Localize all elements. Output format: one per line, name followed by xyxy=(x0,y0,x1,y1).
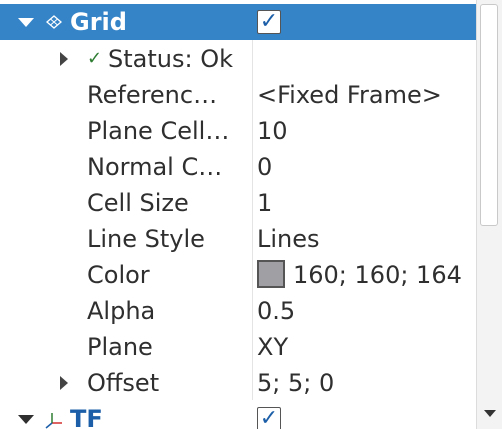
property-name: Plane Cell… xyxy=(87,117,230,145)
status-ok-check-icon: ✓ xyxy=(87,48,103,69)
property-value[interactable]: 1 xyxy=(257,185,272,221)
property-row-plane-cell-count[interactable]: Plane Cell… 10 xyxy=(0,113,476,149)
scrollbar-thumb[interactable] xyxy=(480,4,498,226)
color-value[interactable]: 160; 160; 164 xyxy=(257,257,462,293)
display-name-grid: Grid xyxy=(70,8,127,36)
property-value[interactable]: 10 xyxy=(257,113,288,149)
property-value[interactable]: 5; 5; 0 xyxy=(257,365,334,401)
property-name: Offset xyxy=(87,369,160,397)
property-row-reference-frame[interactable]: Referenc… <Fixed Frame> xyxy=(0,77,476,113)
property-row-color[interactable]: Color 160; 160; 164 xyxy=(0,257,476,293)
property-row-cell-size[interactable]: Cell Size 1 xyxy=(0,185,476,221)
expand-arrow-icon[interactable] xyxy=(60,52,68,66)
display-row-grid[interactable]: Grid ✓ xyxy=(0,4,476,40)
tf-enabled-checkbox[interactable]: ✓ xyxy=(257,407,281,429)
property-row-alpha[interactable]: Alpha 0.5 xyxy=(0,293,476,329)
property-name: Line Style xyxy=(87,225,205,253)
property-value[interactable]: XY xyxy=(257,329,288,365)
display-name-tf: TF xyxy=(70,405,103,429)
property-row-offset[interactable]: Offset 5; 5; 0 xyxy=(0,365,476,401)
tf-axes-icon xyxy=(45,413,62,429)
property-name: Alpha xyxy=(87,297,156,325)
property-name: Color xyxy=(87,261,150,289)
property-value[interactable]: Lines xyxy=(257,221,320,257)
status-row[interactable]: ✓ Status: Ok xyxy=(0,41,476,77)
expand-arrow-icon[interactable] xyxy=(60,376,68,390)
property-name: Normal C… xyxy=(87,153,223,181)
property-value[interactable]: <Fixed Frame> xyxy=(257,77,442,113)
property-row-plane[interactable]: Plane XY xyxy=(0,329,476,365)
property-value[interactable]: 0.5 xyxy=(257,293,295,329)
property-name: Plane xyxy=(87,333,153,361)
scroll-down-arrow-icon[interactable] xyxy=(484,410,496,417)
collapse-arrow-icon[interactable] xyxy=(18,18,34,27)
property-name: Referenc… xyxy=(87,81,218,109)
property-row-line-style[interactable]: Line Style Lines xyxy=(0,221,476,257)
grid-enabled-checkbox[interactable]: ✓ xyxy=(257,10,281,34)
vertical-scrollbar[interactable] xyxy=(476,0,502,429)
property-name: Cell Size xyxy=(87,189,189,217)
grid-icon xyxy=(46,15,62,29)
property-value: 160; 160; 164 xyxy=(293,261,462,289)
display-property-tree: Grid ✓ ✓ Status: Ok Referenc… <Fixed Fra… xyxy=(0,0,476,429)
property-value[interactable]: 0 xyxy=(257,149,272,185)
property-row-normal-cell-count[interactable]: Normal C… 0 xyxy=(0,149,476,185)
status-label: Status: Ok xyxy=(108,45,233,73)
collapse-arrow-icon[interactable] xyxy=(18,415,34,424)
color-swatch[interactable] xyxy=(257,260,285,288)
display-row-tf[interactable]: TF ✓ xyxy=(0,401,476,429)
